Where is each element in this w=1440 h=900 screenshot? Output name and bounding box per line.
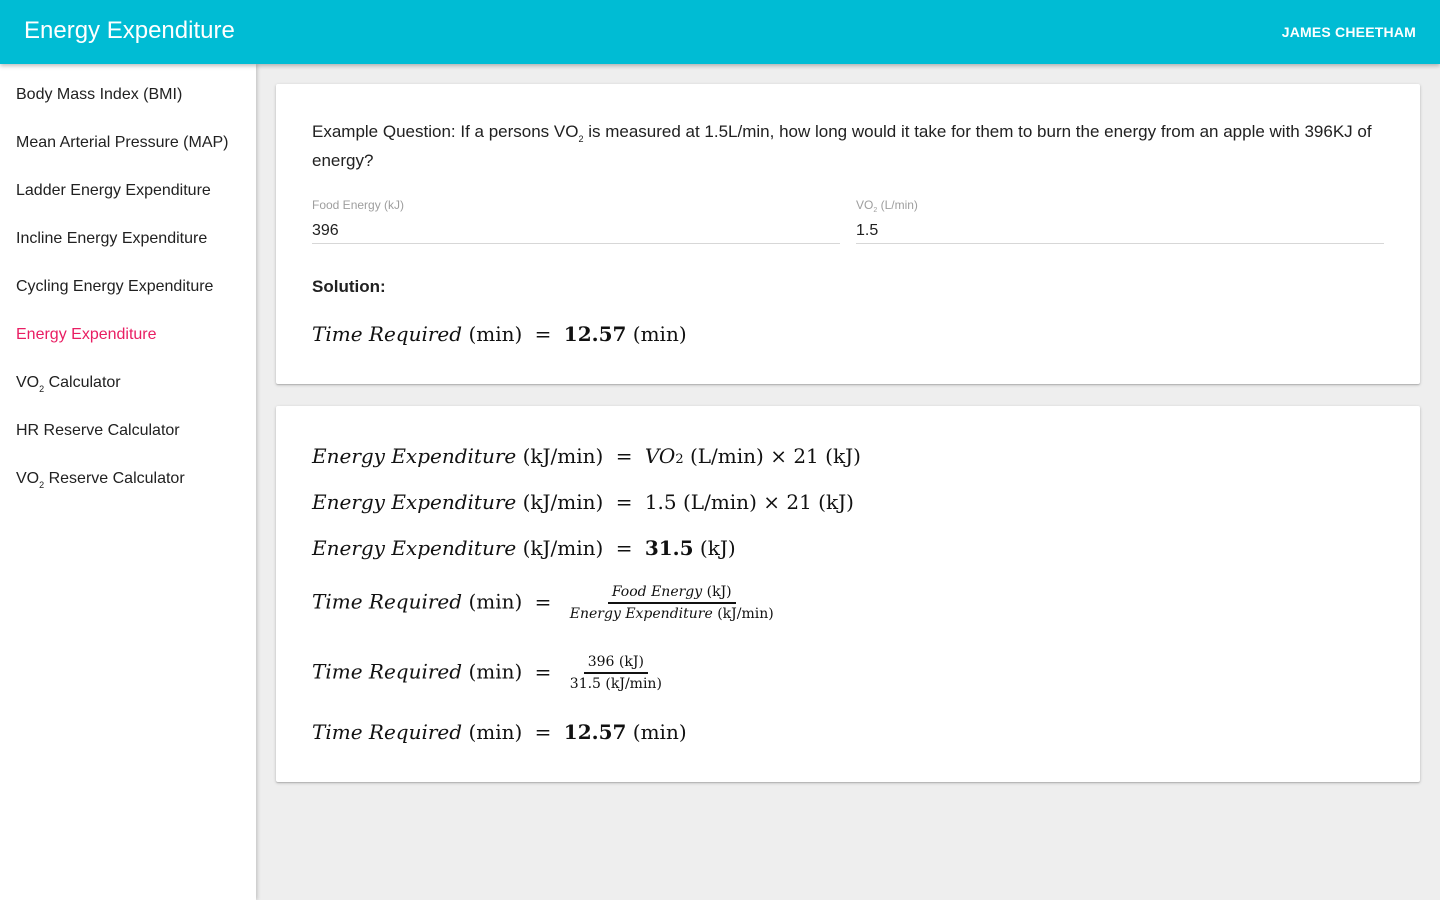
nav-item-label: Calculator (44, 374, 121, 391)
math-unit: (kJ/min) (605, 676, 662, 692)
nav-item-vo2-reserve-calculator[interactable]: VO2 Reserve Calculator (0, 456, 256, 504)
math-equals: = (534, 322, 552, 346)
math-equals: = (534, 589, 552, 614)
math-unit: (kJ/min) (717, 606, 774, 622)
math-term: Time Required (312, 720, 463, 744)
math-number: 1.5 (644, 490, 677, 514)
fraction-denominator: 31.5 (kJ/min) (566, 674, 666, 692)
vo2-field: VO2 (L/min) (856, 198, 1384, 244)
solution-heading: Solution: (312, 277, 386, 296)
math-unit: (kJ/min) (522, 536, 604, 560)
math-unit: (min) (468, 589, 523, 614)
math-equals: = (534, 659, 552, 684)
math-fraction: 396 (kJ) 31.5 (kJ/min) (566, 654, 666, 692)
math-unit: (kJ) (825, 444, 861, 468)
vo2-label-text: VO (856, 198, 874, 212)
math-equals: = (615, 536, 633, 560)
math-unit: (min) (468, 322, 523, 346)
food-energy-label: Food Energy (kJ) (312, 198, 405, 212)
working-card: Energy Expenditure (kJ/min) = VO2 (L/min… (276, 406, 1420, 782)
math-fraction: Food Energy (kJ) Energy Expenditure (kJ/… (566, 584, 778, 622)
subscript: 2 (675, 452, 684, 467)
math-unit: (kJ) (706, 584, 732, 600)
math-unit: (min) (468, 720, 523, 744)
vo2-label-text: (L/min) (877, 198, 918, 212)
nav-item-label: Reserve Calculator (44, 470, 185, 487)
nav-item-bmi[interactable]: Body Mass Index (BMI) (0, 72, 256, 120)
math-term: Time Required (312, 589, 463, 614)
food-energy-field: Food Energy (kJ) (312, 198, 840, 244)
nav-item-label: VO (16, 470, 40, 487)
math-unit: (kJ) (618, 654, 644, 670)
math-term: VO (644, 444, 676, 468)
vo2-input[interactable] (856, 218, 1384, 244)
math-term: Time Required (312, 659, 463, 684)
solution-equation: Time Required (min) = 12.57 (min) (312, 322, 687, 346)
user-account-button[interactable]: JAMES CHEETHAM (1282, 24, 1416, 40)
equation-energy-formula: Energy Expenditure (kJ/min) = VO2 (L/min… (312, 444, 861, 468)
nav-item-vo2-calculator[interactable]: VO2 Calculator (0, 360, 256, 408)
equation-time-formula: Time Required (min) = Food Energy (kJ) E… (312, 584, 778, 622)
math-unit: (kJ/min) (522, 490, 604, 514)
food-energy-input[interactable] (312, 218, 840, 244)
fraction-numerator: 396 (kJ) (583, 654, 648, 674)
math-number: 396 (587, 654, 615, 670)
math-term: Energy Expenditure (312, 444, 517, 468)
math-unit: (min) (632, 322, 687, 346)
math-result: 31.5 (644, 536, 694, 560)
math-term: Energy Expenditure (569, 606, 713, 622)
math-unit: (kJ/min) (522, 444, 604, 468)
question-card: Example Question: If a persons VO2 is me… (276, 84, 1420, 384)
math-unit: (min) (468, 659, 523, 684)
math-times: × (770, 444, 787, 468)
nav-item-ladder-energy-expenditure[interactable]: Ladder Energy Expenditure (0, 168, 256, 216)
app-bar: Energy Expenditure JAMES CHEETHAM (0, 0, 1440, 64)
math-unit: (kJ) (699, 536, 736, 560)
nav-item-cycling-energy-expenditure[interactable]: Cycling Energy Expenditure (0, 264, 256, 312)
math-unit: (L/min) (689, 444, 764, 468)
equation-energy-result: Energy Expenditure (kJ/min) = 31.5 (kJ) (312, 536, 736, 560)
app-title: Energy Expenditure (24, 17, 235, 44)
nav-item-energy-expenditure[interactable]: Energy Expenditure (0, 312, 256, 360)
math-times: × (763, 490, 780, 514)
math-equals: = (615, 490, 633, 514)
sidebar-nav: Body Mass Index (BMI) Mean Arterial Pres… (0, 64, 256, 900)
nav-item-map[interactable]: Mean Arterial Pressure (MAP) (0, 120, 256, 168)
math-result: 12.57 (563, 720, 627, 744)
example-question: Example Question: If a persons VO2 is me… (312, 121, 1382, 171)
nav-item-incline-energy-expenditure[interactable]: Incline Energy Expenditure (0, 216, 256, 264)
math-unit: (L/min) (683, 490, 757, 514)
fraction-numerator: Food Energy (kJ) (607, 584, 736, 604)
math-result: 12.57 (563, 322, 627, 346)
equation-energy-substituted: Energy Expenditure (kJ/min) = 1.5 (L/min… (312, 490, 854, 514)
equation-time-result: Time Required (min) = 12.57 (min) (312, 720, 687, 744)
nav-item-label: VO (16, 374, 40, 391)
nav-item-hr-reserve-calculator[interactable]: HR Reserve Calculator (0, 408, 256, 456)
math-number: 31.5 (569, 676, 601, 692)
math-unit: (min) (632, 720, 687, 744)
math-number: 21 (786, 490, 812, 514)
fraction-denominator: Energy Expenditure (kJ/min) (566, 604, 778, 622)
math-equals: = (615, 444, 633, 468)
question-text: Example Question: If a persons VO (312, 122, 579, 141)
math-term: Time Required (312, 322, 463, 346)
math-number: 21 (793, 444, 819, 468)
math-equals: = (534, 720, 552, 744)
math-term: Energy Expenditure (312, 536, 517, 560)
math-term: Food Energy (611, 584, 703, 600)
math-unit: (kJ) (818, 490, 854, 514)
equation-time-substituted: Time Required (min) = 396 (kJ) 31.5 (kJ/… (312, 654, 666, 692)
math-term: Energy Expenditure (312, 490, 517, 514)
vo2-label: VO2 (L/min) (856, 198, 918, 214)
